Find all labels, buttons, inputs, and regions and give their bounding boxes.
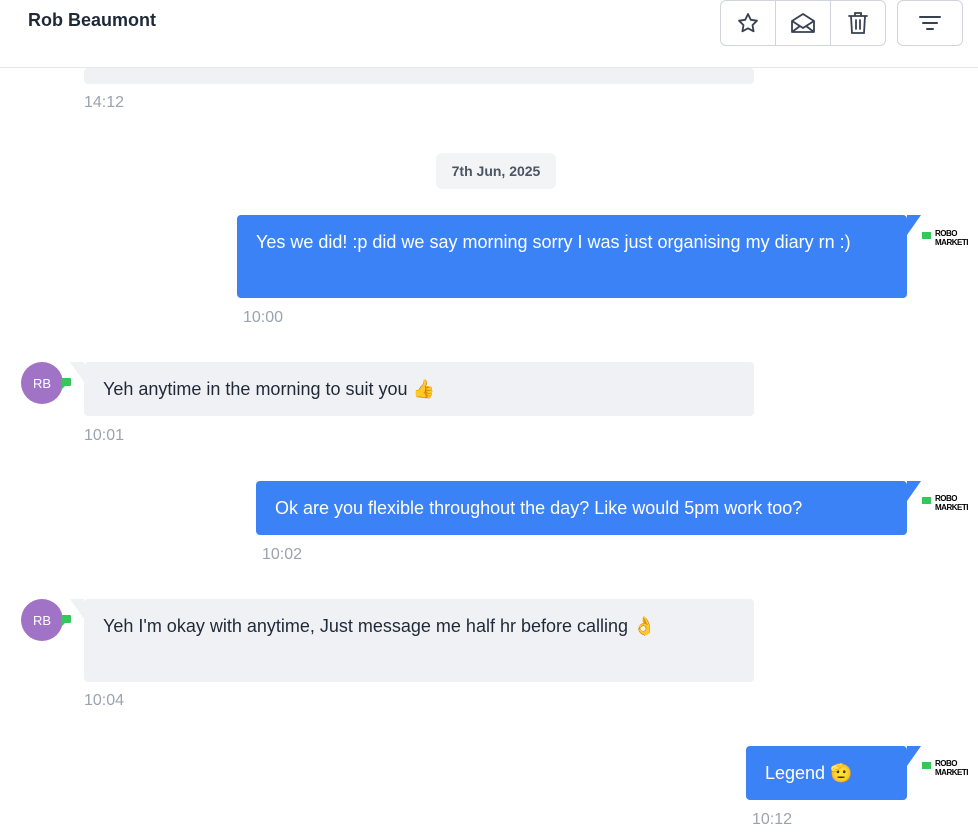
filter-button[interactable] [897,0,963,46]
incoming-message-bubble: Yeh I'm okay with anytime, Just message … [70,599,754,682]
sms-badge-icon [922,762,931,769]
star-button[interactable] [721,1,776,45]
message-text: Legend 🫡 [765,763,853,783]
mark-unread-button[interactable] [776,1,831,45]
contact-name: Rob Beaumont [28,10,156,30]
date-separator: 7th Jun, 2025 [436,153,556,189]
sender-logo: ROBO MARKETI [920,759,970,782]
trash-icon [847,11,869,35]
outgoing-message-bubble: Legend 🫡 [746,746,921,800]
message-text: Ok are you flexible throughout the day? … [275,498,803,518]
envelope-open-icon [790,11,816,35]
message-timestamp: 10:12 [752,811,793,828]
delete-button[interactable] [831,1,885,45]
outgoing-message-bubble: Ok are you flexible throughout the day? … [256,481,921,535]
message-timestamp: 10:01 [84,427,125,444]
sms-badge-icon [922,497,931,504]
filter-icon [918,13,942,33]
message-text: Yeh I'm okay with anytime, Just message … [103,616,656,636]
star-icon [736,11,760,35]
incoming-message-bubble: Yeh anytime in the morning to suit you 👍 [70,362,754,416]
conversation-header: Rob Beaumont [0,0,978,68]
sender-logo: ROBO MARKETI [920,494,970,517]
outgoing-message-bubble: Yes we did! :p did we say morning sorry … [237,215,921,298]
sender-logo: ROBO MARKETI [920,229,970,252]
message-text: Yeh anytime in the morning to suit you 👍 [103,379,435,399]
message-text: Yes we did! :p did we say morning sorry … [256,232,851,252]
message-timestamp: 10:02 [262,546,303,563]
incoming-message-bubble [84,68,754,84]
message-timestamp: 10:00 [243,309,284,326]
message-timestamp: 10:04 [84,692,125,709]
avatar: RB [21,599,63,641]
message-timestamp: 14:12 [84,94,125,111]
avatar: RB [21,362,63,404]
sms-badge-icon [922,232,931,239]
header-action-group [720,0,886,46]
